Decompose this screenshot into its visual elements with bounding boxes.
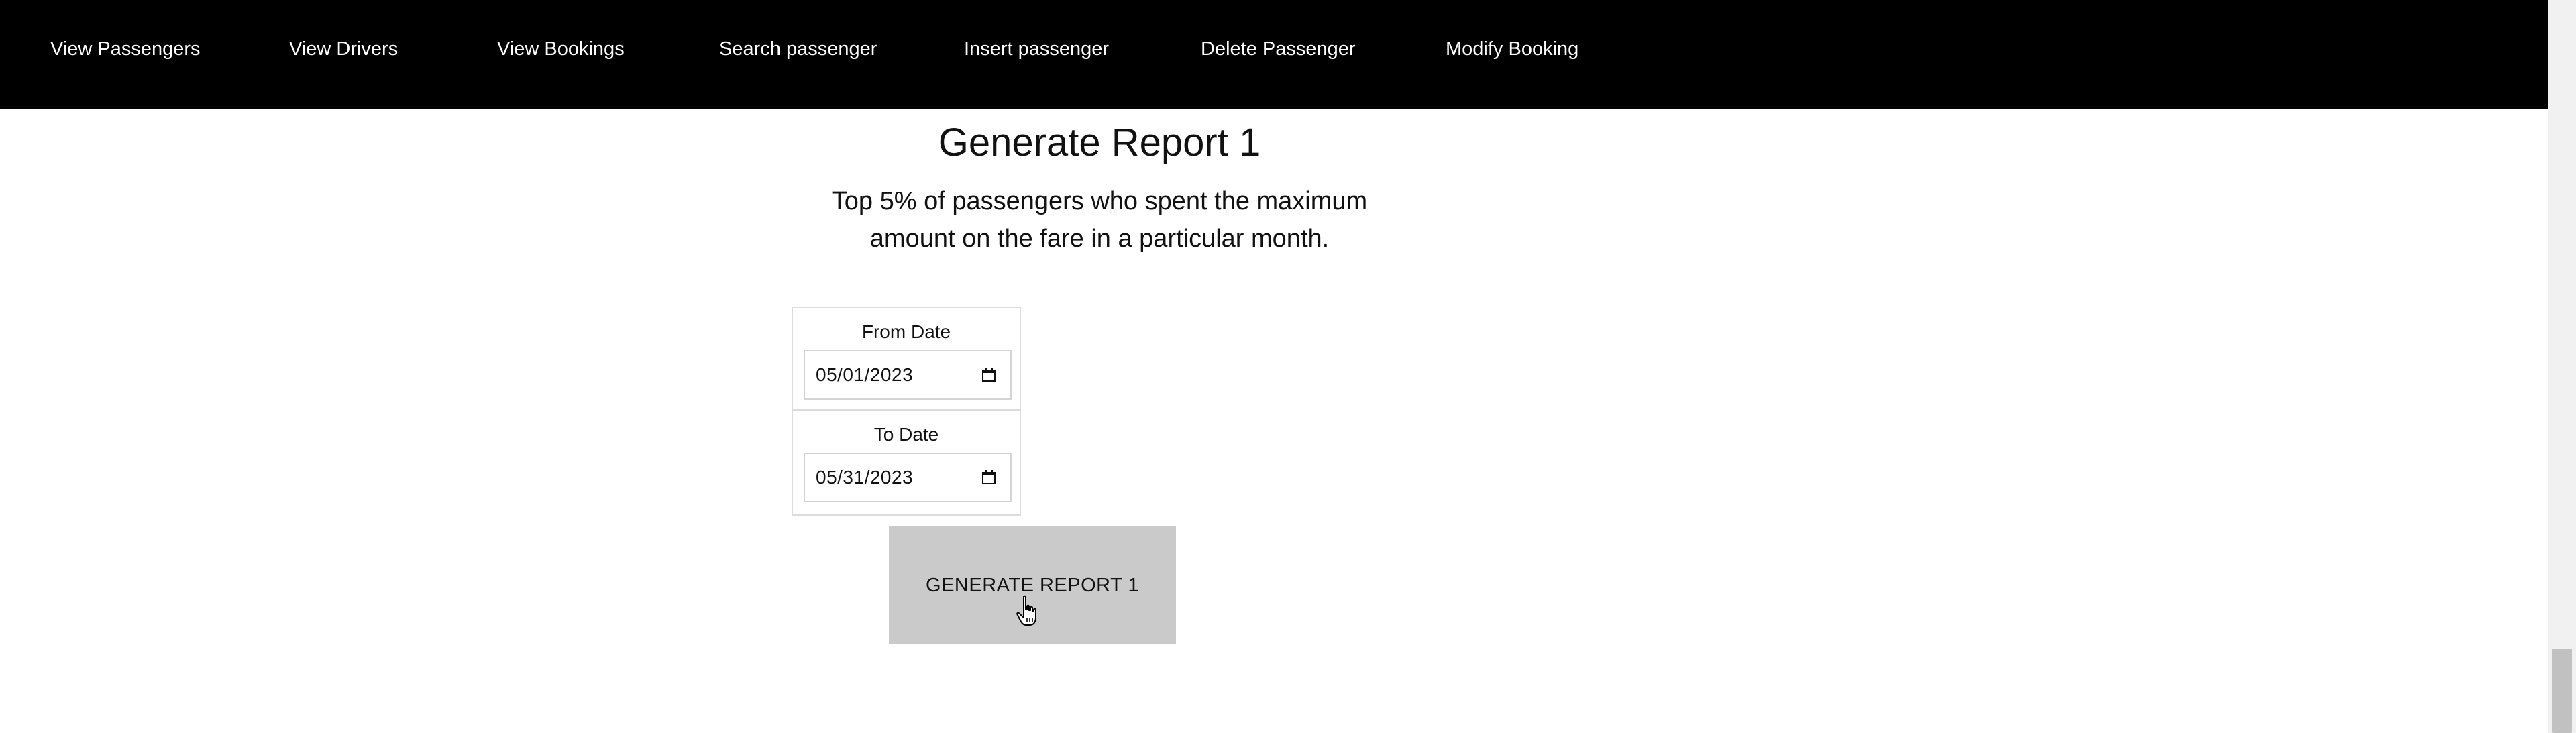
calendar-icon[interactable] [981, 367, 997, 383]
to-date-label: To Date [873, 424, 939, 445]
page-title: Generate Report 1 [938, 121, 1261, 164]
nav-modify-booking[interactable]: Modify Booking [1446, 0, 1578, 99]
report-description: Top 5% of passengers who spent the maxim… [831, 187, 1368, 253]
from-date-value: 05/01/2023 [816, 364, 914, 385]
nav-view-drivers[interactable]: View Drivers [289, 0, 398, 99]
top-navbar: View Passengers View Drivers View Bookin… [0, 0, 2548, 109]
page: View Passengers View Drivers View Bookin… [0, 0, 2576, 733]
to-date-group: To Date 05/31/2023 [792, 410, 1021, 516]
nav-delete-passenger[interactable]: Delete Passenger [1201, 0, 1356, 99]
from-date-group: From Date 05/01/2023 [792, 307, 1021, 410]
calendar-icon[interactable] [981, 469, 997, 486]
to-date-input[interactable]: 05/31/2023 [804, 453, 1012, 502]
from-date-label: From Date [861, 321, 951, 342]
from-date-input[interactable]: 05/01/2023 [804, 350, 1012, 400]
nav-insert-passenger[interactable]: Insert passenger [964, 0, 1109, 99]
nav-view-passengers[interactable]: View Passengers [50, 0, 201, 99]
nav-search-passenger[interactable]: Search passenger [719, 0, 877, 99]
scrollbar-track[interactable] [2548, 0, 2576, 733]
to-date-value: 05/31/2023 [816, 467, 914, 488]
generate-report-button[interactable]: GENERATE REPORT 1 [889, 526, 1176, 644]
nav-view-bookings[interactable]: View Bookings [497, 0, 625, 99]
scrollbar-thumb[interactable] [2552, 649, 2572, 733]
